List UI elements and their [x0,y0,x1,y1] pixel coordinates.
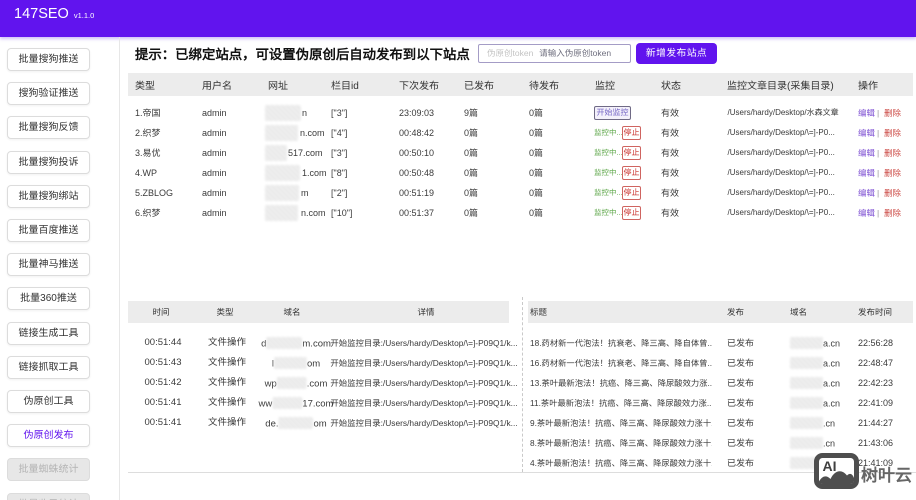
svg-text:AI: AI [823,458,837,474]
